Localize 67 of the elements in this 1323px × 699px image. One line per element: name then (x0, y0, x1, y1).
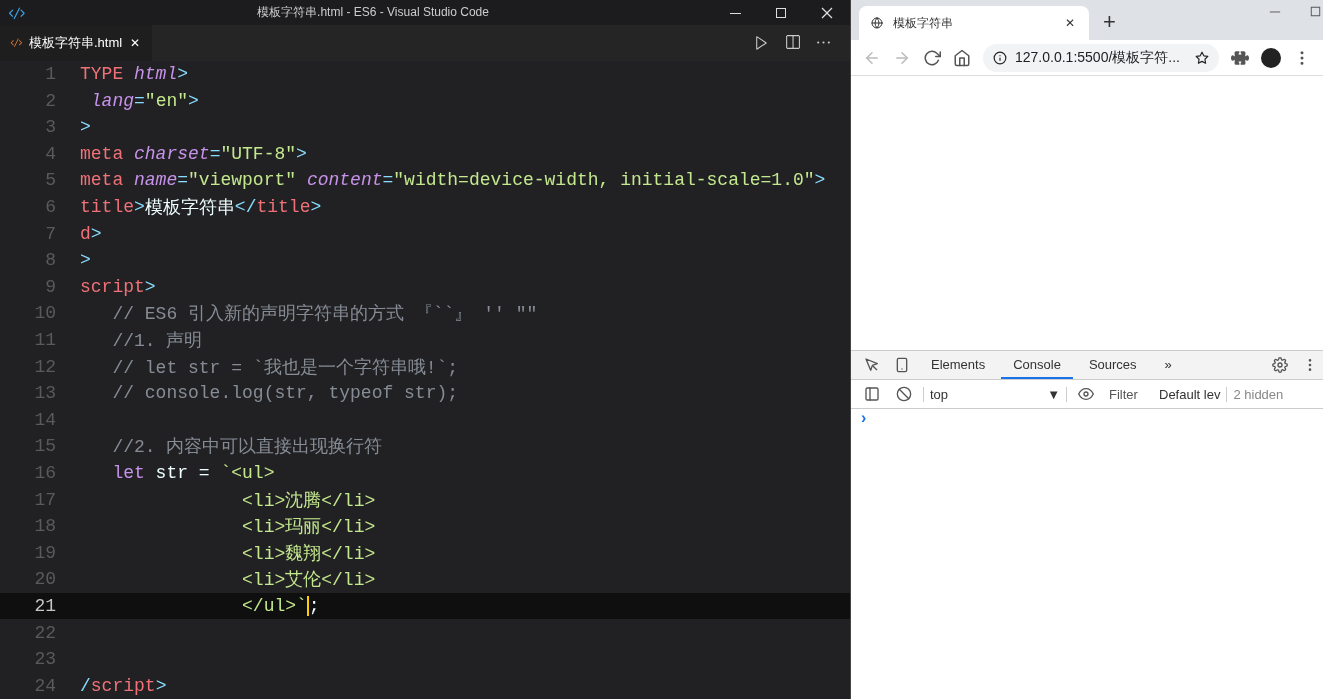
line-number: 20 (33, 569, 57, 590)
editor-tab[interactable]: 模板字符串.html ✕ (0, 25, 153, 61)
context-select[interactable]: top ▼ (923, 386, 1067, 402)
code-line: d> (80, 223, 102, 244)
code-line: > (80, 250, 91, 271)
hidden-count: 2 hidden (1226, 386, 1284, 402)
line-number: 8 (44, 250, 57, 271)
globe-icon (871, 17, 883, 29)
code-line: <li>玛丽</li> (241, 516, 376, 539)
new-tab-button[interactable]: + (1097, 8, 1122, 36)
code-line: let str = `<ul> (111, 462, 275, 483)
code-line: /script> (80, 675, 167, 696)
line-number: 6 (44, 197, 57, 217)
devtools-tab[interactable]: Console (1001, 351, 1073, 379)
line-number: 22 (33, 622, 57, 643)
split-editor-icon[interactable] (784, 34, 801, 52)
devtools-tab[interactable]: Sources (1076, 351, 1149, 379)
browser-tab[interactable]: 模板字符串 ✕ (859, 6, 1089, 40)
line-number: 14 (33, 409, 57, 430)
line-number: 11 (33, 330, 57, 350)
line-number: 3 (44, 117, 57, 138)
code-line: lang="en"> (89, 90, 199, 111)
close-tab-button[interactable]: ✕ (1063, 16, 1077, 30)
devtools-tab[interactable]: Elements (919, 351, 998, 379)
code-line: TYPE html> (80, 64, 189, 85)
line-number: 15 (33, 436, 57, 457)
more-tabs-button[interactable]: » (1152, 351, 1184, 379)
line-number: 5 (44, 170, 57, 191)
line-number: 2 (44, 90, 57, 111)
code-line: // console.log(str, typeof str); (111, 383, 459, 404)
line-number: 17 (33, 489, 57, 510)
code-line: <li>魏翔</li> (241, 542, 376, 565)
puzzle-icon[interactable] (1231, 48, 1249, 67)
console-prompt: › (860, 408, 868, 428)
code-line: title>模板字符串</title> (80, 196, 322, 219)
code-line: <li>艾伦</li> (241, 569, 376, 592)
line-number: 4 (44, 143, 57, 164)
line-number: 13 (33, 383, 57, 404)
line-number: 24 (33, 675, 57, 696)
run-icon[interactable] (753, 34, 770, 52)
window-title: 模板字符串.html - ES6 - Visual Studio Code (256, 4, 490, 21)
code-line: script> (80, 276, 156, 297)
line-number: 7 (44, 223, 57, 244)
code-line: > (80, 117, 91, 138)
line-number: 10 (33, 303, 57, 324)
code-line: //2. 内容中可以直接出现换行符 (111, 436, 383, 459)
close-tab-button[interactable]: ✕ (128, 35, 143, 50)
code-line: // ES6 引入新的声明字符串的方式 『``』 '' "" (111, 303, 538, 326)
line-number: 12 (33, 356, 57, 377)
line-number: 9 (44, 276, 57, 297)
code-line: <li>沈腾</li> (241, 489, 376, 512)
code-line: //1. 声明 (111, 330, 203, 352)
address-bar[interactable]: 127.0.0.1:5500/模板字符... (983, 43, 1219, 72)
line-number: 18 (33, 516, 57, 537)
home-icon[interactable] (953, 48, 971, 67)
code-line: </ul>`; (241, 595, 320, 616)
line-number: 23 (33, 649, 57, 670)
line-number: 1 (44, 64, 57, 85)
line-number: 16 (33, 462, 57, 483)
log-level-select[interactable]: Default lev (1159, 386, 1221, 402)
code-line: // let str = `我也是一个字符串哦!`; (111, 356, 459, 379)
line-number: 21 (33, 595, 57, 616)
reload-icon[interactable] (923, 48, 941, 67)
profile-avatar[interactable] (1261, 47, 1281, 68)
code-line: meta charset="UTF-8"> (80, 143, 307, 164)
line-number: 19 (33, 542, 57, 563)
code-line: meta name="viewport" content="width=device-width, initial-scale=1.0"> (80, 170, 826, 191)
